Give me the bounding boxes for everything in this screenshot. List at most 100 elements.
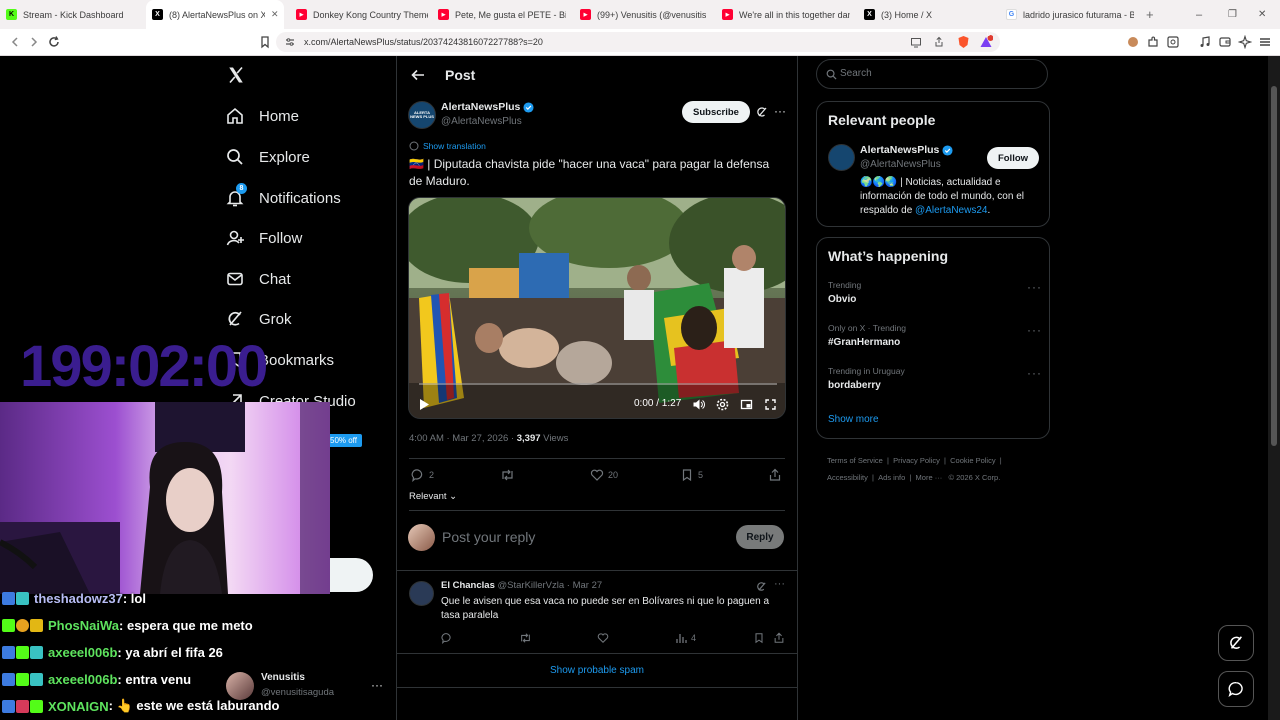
- follow-button[interactable]: Follow: [987, 147, 1039, 169]
- trend-item[interactable]: Trending in Uruguay bordaberry: [828, 366, 905, 391]
- more-options-icon[interactable]: ···: [774, 578, 785, 590]
- trend-item[interactable]: Trending Obvio: [828, 280, 861, 305]
- chat-username[interactable]: axeeel006b: [48, 672, 117, 687]
- brave-shield-icon[interactable]: [957, 35, 970, 49]
- trend-more-icon[interactable]: ···: [1027, 366, 1042, 380]
- account-more-icon[interactable]: ···: [371, 678, 383, 692]
- nav-follow[interactable]: Follow: [225, 223, 302, 253]
- footer-link[interactable]: Terms of Service: [827, 456, 883, 465]
- close-icon[interactable]: ✕: [271, 9, 279, 20]
- repost-icon[interactable]: [519, 632, 532, 644]
- nav-chat[interactable]: Chat: [225, 264, 291, 294]
- search-input[interactable]: Search: [816, 59, 1048, 89]
- fullscreen-icon[interactable]: [764, 398, 777, 411]
- sort-relevant-dropdown[interactable]: Relevant ⌄: [409, 491, 457, 502]
- footer-link[interactable]: Accessibility: [827, 473, 868, 482]
- user-avatar[interactable]: [408, 524, 435, 551]
- wallet-icon[interactable]: [1218, 35, 1232, 49]
- footer-link[interactable]: More ···: [916, 473, 943, 482]
- page-scrollbar[interactable]: [1268, 56, 1280, 720]
- address-bar[interactable]: x.com/AlertaNewsPlus/status/203742438160…: [276, 32, 1000, 52]
- reply-author-name[interactable]: El Chanclas: [441, 580, 495, 591]
- picture-in-picture-icon[interactable]: [740, 398, 753, 411]
- bookmark-action[interactable]: 5: [680, 468, 703, 482]
- chat-username[interactable]: theshadowz37: [34, 591, 123, 606]
- author-avatar[interactable]: ALERTA NEWS PLUS: [408, 101, 436, 129]
- tab-venusitis[interactable]: ▶ (99+) Venusitis (@venusitiss) |: [580, 0, 706, 29]
- window-close-button[interactable]: ✕: [1258, 0, 1270, 29]
- back-arrow-icon[interactable]: [411, 68, 425, 82]
- bio-mention-link[interactable]: @AlertaNews24: [915, 205, 987, 216]
- tab-kick-dashboard[interactable]: K Stream - Kick Dashboard: [6, 0, 138, 29]
- grok-fab[interactable]: [1218, 625, 1254, 661]
- leo-ai-icon[interactable]: [1238, 35, 1252, 49]
- footer-link[interactable]: Privacy Policy: [893, 456, 940, 465]
- volume-icon[interactable]: [692, 398, 705, 411]
- views-action[interactable]: 4: [675, 632, 696, 644]
- show-translation-link[interactable]: Show translation: [409, 141, 486, 151]
- new-tab-button[interactable]: +: [1146, 0, 1160, 29]
- nav-explore[interactable]: Explore: [225, 142, 310, 172]
- maximize-button[interactable]: ❐: [1228, 0, 1240, 29]
- forward-icon[interactable]: [27, 35, 41, 49]
- reply-button[interactable]: Reply: [736, 525, 784, 549]
- trend-item[interactable]: Only on X · Trending #GranHermano: [828, 323, 906, 348]
- reload-icon[interactable]: [47, 35, 61, 49]
- reply-input[interactable]: Post your reply: [442, 529, 535, 545]
- puzzle-icon[interactable]: [1146, 35, 1160, 49]
- nav-grok[interactable]: Grok: [225, 304, 292, 334]
- trend-more-icon[interactable]: ···: [1027, 323, 1042, 337]
- show-probable-spam-link[interactable]: Show probable spam: [397, 665, 797, 676]
- show-more-link[interactable]: Show more: [828, 414, 879, 425]
- tab-donkey-kong[interactable]: ▶ Donkey Kong Country Theme: [296, 0, 428, 29]
- like-action[interactable]: 20: [590, 468, 618, 482]
- share-icon[interactable]: [773, 632, 785, 644]
- reply-author-avatar[interactable]: [409, 581, 434, 606]
- tab-home-x[interactable]: X (3) Home / X: [864, 0, 988, 29]
- settings-icon[interactable]: [716, 398, 729, 411]
- relevant-person-name[interactable]: AlertaNewsPlus: [860, 144, 953, 156]
- heart-icon[interactable]: [597, 632, 609, 644]
- chat-username[interactable]: PhosNaiWa: [48, 618, 119, 633]
- tab-dance[interactable]: ▶ We're all in this together dance: [722, 0, 850, 29]
- footer-link[interactable]: Cookie Policy: [950, 456, 995, 465]
- nav-notifications[interactable]: 8 Notifications: [225, 183, 341, 213]
- share-action[interactable]: [768, 468, 786, 482]
- messages-fab[interactable]: [1218, 671, 1254, 707]
- tab-google-search[interactable]: G ladrido jurasico futurama - Bus: [1006, 0, 1134, 29]
- music-icon[interactable]: [1198, 35, 1212, 49]
- account-avatar[interactable]: [226, 672, 254, 700]
- more-options-icon[interactable]: ···: [774, 104, 786, 118]
- author-name[interactable]: AlertaNewsPlus: [441, 101, 534, 113]
- chat-username[interactable]: axeeel006b: [48, 645, 117, 660]
- video-player[interactable]: 0:00 / 1:27: [408, 197, 786, 419]
- play-icon[interactable]: [418, 398, 430, 411]
- bookmark-page-icon[interactable]: [258, 35, 272, 49]
- grok-explain-icon[interactable]: [756, 106, 768, 118]
- relevant-person-avatar[interactable]: [828, 144, 855, 171]
- repost-action[interactable]: [500, 468, 519, 482]
- brave-rewards-icon[interactable]: [979, 35, 993, 49]
- reply-icon[interactable]: [441, 632, 453, 644]
- premium-discount-badge[interactable]: 50% off: [325, 434, 362, 447]
- chat-username[interactable]: XONAIGN: [48, 699, 109, 714]
- author-handle[interactable]: @AlertaNewsPlus: [441, 116, 522, 127]
- back-icon[interactable]: [8, 35, 22, 49]
- site-info-icon[interactable]: [285, 37, 295, 47]
- screenshot-icon[interactable]: [1166, 35, 1180, 49]
- bookmark-icon[interactable]: [753, 632, 765, 644]
- nav-home[interactable]: Home: [225, 101, 299, 131]
- scrollbar-thumb[interactable]: [1271, 86, 1277, 446]
- subscribe-button[interactable]: Subscribe: [682, 101, 750, 123]
- trend-more-icon[interactable]: ···: [1027, 280, 1042, 294]
- extension-icon[interactable]: [1126, 35, 1140, 49]
- grok-explain-icon[interactable]: [756, 581, 767, 592]
- cast-icon[interactable]: [910, 36, 922, 48]
- footer-link[interactable]: Ads info: [878, 473, 905, 482]
- share-icon[interactable]: [933, 36, 945, 48]
- reply-action[interactable]: 2: [411, 468, 434, 482]
- menu-icon[interactable]: [1258, 35, 1272, 49]
- x-logo-icon[interactable]: [227, 66, 245, 84]
- tab-alertanewsplus[interactable]: X (8) AlertaNewsPlus on X: " ✕: [146, 0, 284, 29]
- tab-pete[interactable]: ▶ Pete, Me gusta el PETE - Billike: [438, 0, 566, 29]
